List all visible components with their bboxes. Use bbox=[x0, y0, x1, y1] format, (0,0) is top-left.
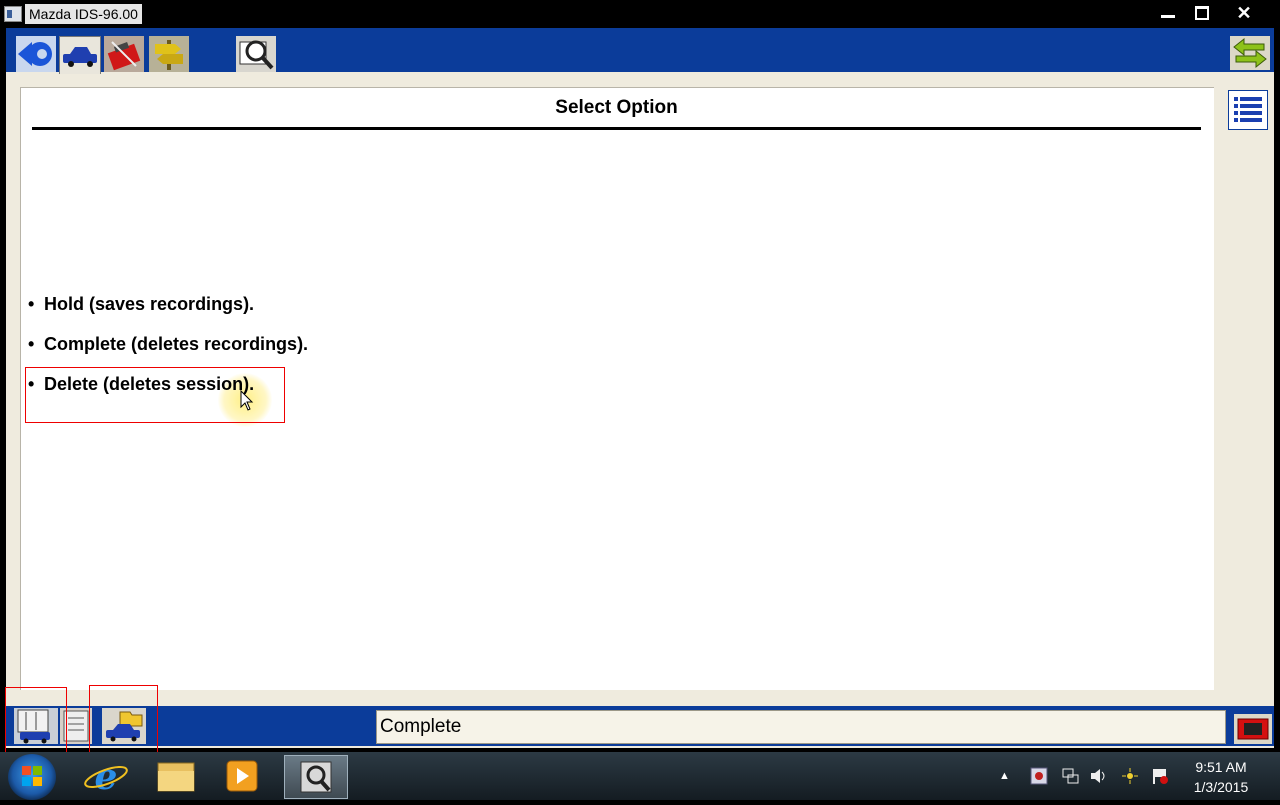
svg-text:e: e bbox=[95, 756, 118, 797]
exit-icon bbox=[1237, 718, 1269, 740]
page-title: Select Option bbox=[555, 97, 678, 118]
option-complete[interactable]: • Complete (deletes recordings). bbox=[28, 334, 308, 355]
bullet: • bbox=[28, 334, 35, 354]
option-hold[interactable]: • Hold (saves recordings). bbox=[28, 294, 254, 315]
show-hidden-icons-button[interactable]: ▲ bbox=[999, 770, 1013, 782]
folder-icon bbox=[157, 762, 195, 792]
windows-logo-icon bbox=[22, 766, 42, 786]
toolbox-tool-button[interactable] bbox=[104, 36, 144, 72]
back-arrow-icon bbox=[18, 42, 52, 66]
taskbar-file-explorer[interactable] bbox=[146, 755, 206, 797]
list-icon bbox=[1234, 97, 1262, 122]
taskbar-internet-explorer[interactable]: e bbox=[76, 755, 136, 798]
back-tool-button[interactable] bbox=[16, 36, 56, 72]
signpost-tool-button[interactable] bbox=[149, 36, 189, 72]
tray-app-icon[interactable] bbox=[1029, 766, 1049, 786]
status-field bbox=[376, 710, 1226, 744]
app-tray-icon bbox=[1030, 767, 1048, 785]
signpost-icon bbox=[155, 40, 183, 70]
flag-icon bbox=[1153, 769, 1168, 784]
close-icon: ✕ bbox=[1236, 3, 1252, 23]
selection-highlight-box bbox=[89, 685, 158, 757]
media-player-icon bbox=[226, 760, 258, 792]
clock-time[interactable]: 9:51 AM bbox=[1188, 759, 1254, 775]
triangle-up-icon: ▲ bbox=[999, 770, 1010, 782]
tray-volume-icon[interactable] bbox=[1089, 766, 1109, 786]
inspect-tool-button[interactable] bbox=[236, 36, 276, 72]
mouse-cursor-icon bbox=[240, 390, 254, 411]
taskbar-media-player[interactable] bbox=[212, 755, 272, 797]
option-label: Complete (deletes recordings). bbox=[44, 334, 309, 354]
list-menu-button[interactable] bbox=[1228, 90, 1268, 130]
vehicle-tool-button[interactable] bbox=[59, 36, 101, 74]
start-button[interactable] bbox=[8, 754, 56, 800]
title-divider bbox=[32, 127, 1201, 130]
vehicle-icon bbox=[63, 47, 97, 67]
restore-button[interactable] bbox=[1184, 2, 1220, 24]
status-text: Complete bbox=[380, 716, 462, 737]
minimize-button[interactable] bbox=[1150, 2, 1186, 24]
speaker-icon bbox=[1091, 769, 1105, 783]
tray-network-icon[interactable] bbox=[1060, 766, 1080, 786]
top-toolbar bbox=[6, 28, 1274, 72]
minimize-icon bbox=[1161, 15, 1175, 18]
app-icon[interactable] bbox=[4, 6, 22, 22]
exit-button[interactable] bbox=[1234, 714, 1272, 744]
internet-explorer-icon: e bbox=[84, 756, 128, 798]
window-title: Mazda IDS-96.00 bbox=[25, 4, 142, 24]
tray-power-icon[interactable] bbox=[1120, 766, 1140, 786]
option-label: Hold (saves recordings). bbox=[44, 294, 255, 314]
tray-action-center-icon[interactable] bbox=[1150, 766, 1170, 786]
taskbar-ids-app[interactable] bbox=[284, 755, 348, 799]
bullet: • bbox=[28, 294, 35, 314]
close-button[interactable]: ✕ bbox=[1226, 2, 1262, 24]
network-icon bbox=[1062, 768, 1079, 784]
selection-highlight-box bbox=[5, 687, 67, 755]
swap-arrows-icon bbox=[1233, 37, 1267, 69]
swap-tool-button[interactable] bbox=[1230, 36, 1270, 70]
inspect-icon bbox=[239, 40, 274, 70]
toolbox-icon bbox=[107, 41, 141, 71]
power-icon bbox=[1122, 768, 1138, 784]
restore-icon bbox=[1195, 6, 1209, 20]
ids-app-icon bbox=[300, 761, 332, 793]
clock-date[interactable]: 1/3/2015 bbox=[1188, 779, 1254, 795]
title-bar bbox=[0, 0, 1280, 28]
